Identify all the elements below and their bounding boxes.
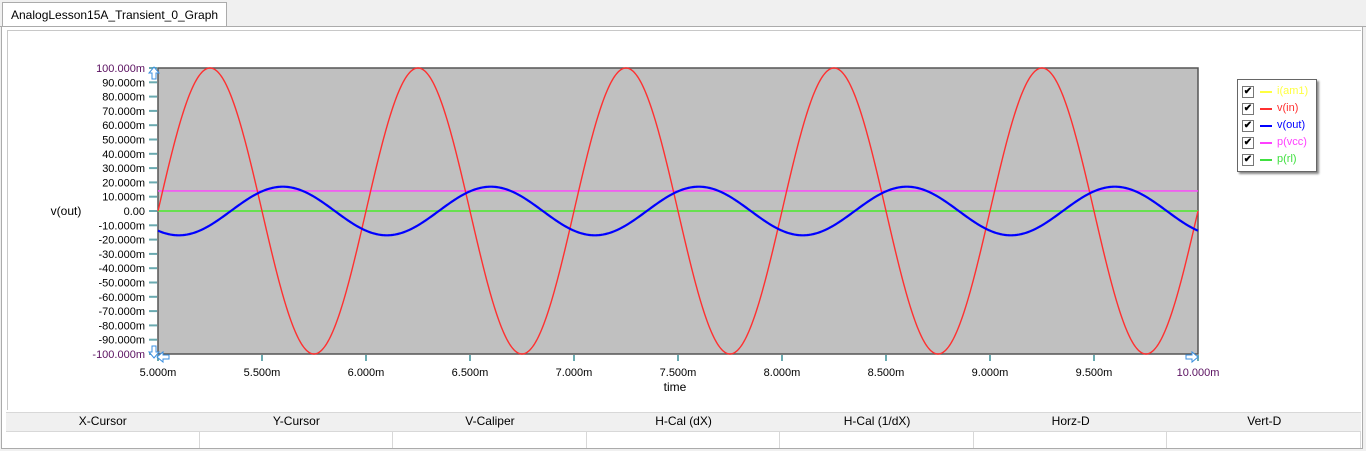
y-tick-label: 40.000m	[102, 149, 145, 161]
legend-label: v(out)	[1277, 119, 1306, 131]
y-tick-label: 100.000m	[96, 63, 145, 75]
cursor-header: Horz-D	[1051, 414, 1090, 428]
x-tick-label: 5.500m	[244, 367, 281, 379]
y-tick-label: 0.00	[124, 206, 145, 218]
legend-item: ✔ i(am1)	[1242, 84, 1316, 100]
y-tick-label: -40.000m	[99, 263, 145, 275]
y-tick-label: -50.000m	[99, 278, 145, 290]
cursor-value	[200, 431, 394, 448]
cursor-header: V-Caliper	[465, 414, 515, 428]
x-tick-label: 8.000m	[764, 367, 801, 379]
y-axis-label: v(out)	[51, 204, 82, 218]
legend-checkbox[interactable]: ✔	[1242, 86, 1254, 98]
y-tick-label: -10.000m	[99, 220, 145, 232]
y-tick-label: -60.000m	[99, 292, 145, 304]
y-tick-label: -30.000m	[99, 249, 145, 261]
y-tick-label: -20.000m	[99, 235, 145, 247]
legend-checkbox[interactable]: ✔	[1242, 103, 1254, 115]
y-tick-label: 80.000m	[102, 92, 145, 104]
x-tick-label: 6.500m	[452, 367, 489, 379]
legend-swatch	[1260, 159, 1272, 161]
cursor-value	[6, 431, 200, 448]
legend-checkbox[interactable]: ✔	[1242, 120, 1254, 132]
legend-item: ✔ p(vcc)	[1242, 135, 1316, 151]
legend-checkbox[interactable]: ✔	[1242, 154, 1254, 166]
legend-item: ✔ v(in)	[1242, 101, 1316, 117]
x-tick-label: 9.000m	[972, 367, 1009, 379]
legend-item: ✔ v(out)	[1242, 118, 1316, 134]
cursor-header: H-Cal (1/dX)	[843, 414, 911, 428]
y-tick-label: 70.000m	[102, 106, 145, 118]
x-tick-label: 8.500m	[868, 367, 905, 379]
cursor-header: X-Cursor	[78, 414, 127, 428]
y-tick-label: 50.000m	[102, 135, 145, 147]
legend-swatch	[1260, 108, 1272, 110]
y-tick-label: 90.000m	[102, 77, 145, 89]
x-tick-label: 9.500m	[1076, 367, 1113, 379]
y-tick-label: 20.000m	[102, 177, 145, 189]
legend-swatch	[1260, 142, 1272, 144]
x-tick-label: 6.000m	[348, 367, 385, 379]
legend-label: p(rl)	[1277, 153, 1297, 165]
y-tick-label: -80.000m	[99, 320, 145, 332]
y-tick-label: 30.000m	[102, 163, 145, 175]
cursor-header: Vert-D	[1247, 414, 1282, 428]
y-tick-label: 60.000m	[102, 120, 145, 132]
cursor-value	[587, 431, 781, 448]
chart: 100.000m 90.000m 80.000m 70.000m 60.000m 50.0…	[51, 63, 1220, 394]
cursor-value	[393, 431, 587, 448]
x-tick-label: 7.500m	[660, 367, 697, 379]
x-tick-label: 7.000m	[556, 367, 593, 379]
legend-label: p(vcc)	[1277, 136, 1307, 148]
cursor-value	[780, 431, 974, 448]
cursor-value	[1167, 431, 1362, 448]
cursor-value	[974, 431, 1168, 448]
x-tick-label: 10.000m	[1177, 367, 1220, 379]
legend-label: i(am1)	[1277, 85, 1309, 97]
y-tick-label: -70.000m	[99, 306, 145, 318]
y-tick-label: -100.000m	[92, 349, 145, 361]
cursor-table: X-Cursor Y-Cursor V-Caliper H-Cal (dX) H-Cal…	[6, 412, 1362, 448]
y-tick-label: 10.000m	[102, 192, 145, 204]
cursor-header: H-Cal (dX)	[655, 414, 712, 428]
legend-swatch	[1260, 91, 1272, 93]
x-tick-label: 5.000m	[140, 367, 177, 379]
legend-label: v(in)	[1277, 102, 1299, 114]
x-axis-label: time	[664, 380, 687, 394]
legend-swatch	[1260, 125, 1272, 127]
legend-item: ✔ p(rl)	[1242, 152, 1316, 168]
y-tick-label: -90.000m	[99, 335, 145, 347]
cursor-header: Y-Cursor	[272, 414, 320, 428]
legend: ✔ i(am1) ✔ v(in) ✔ v(out) ✔ p(vcc) ✔ p(rl)	[1237, 79, 1317, 172]
legend-checkbox[interactable]: ✔	[1242, 137, 1254, 149]
